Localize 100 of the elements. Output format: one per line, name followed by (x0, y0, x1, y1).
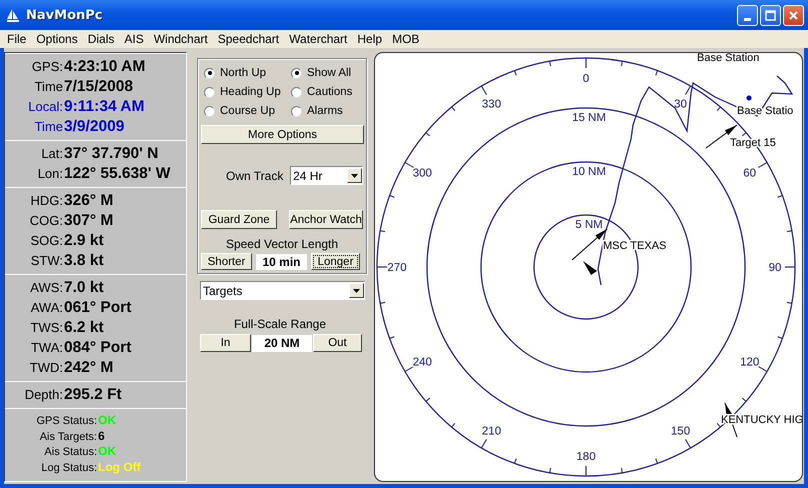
field-value: 326° M (64, 191, 114, 211)
field-label: GPS Status: (35, 414, 97, 428)
field-value: 084° Port (64, 338, 132, 358)
zoom-in-button[interactable]: In (200, 334, 251, 352)
radio-button[interactable] (291, 68, 302, 78)
field-label: AWS: (29, 279, 63, 297)
field-value: 122° 55.638' W (64, 164, 172, 184)
bearing-label: 300 (412, 168, 432, 180)
radio-label[interactable]: Course Up (220, 105, 275, 117)
field-label: GPS: (30, 58, 63, 76)
radio-label[interactable]: Alarms (307, 105, 343, 117)
minimize-icon (744, 18, 751, 20)
radio-button[interactable] (204, 86, 215, 98)
zoom-out-button[interactable]: Out (313, 334, 362, 352)
bearing-label: 210 (482, 426, 502, 438)
own-track-label: Own Track (226, 168, 284, 182)
menu-item[interactable]: Dials (82, 32, 120, 46)
speed-vector-value: 10 min (256, 254, 307, 270)
field-value: 061° Port (64, 298, 132, 318)
field-value: 9:11:34 AM (64, 97, 146, 117)
dropdown-arrow-button[interactable] (347, 168, 362, 183)
minimize-button[interactable] (737, 4, 758, 26)
field-value: 2.9 kt (64, 231, 105, 251)
maximize-icon (765, 10, 776, 20)
bearing-label: 0 (582, 73, 590, 85)
field-value: 4:23:10 AM (64, 57, 146, 77)
field-label: Ais Status: (43, 445, 97, 460)
field-label: HDG: (30, 192, 63, 210)
own-ship-icon (583, 261, 597, 275)
menu-item[interactable]: AIS (119, 32, 149, 46)
field-value: Log Off (98, 460, 142, 474)
radio-button[interactable] (204, 106, 215, 116)
field-value: 307° M (64, 211, 114, 231)
speed-vector-title: Speed Vector Length (224, 237, 340, 251)
radio-button[interactable] (291, 86, 302, 98)
field-value: 3.8 kt (64, 251, 105, 271)
field-value: 295.2 Ft (64, 385, 123, 405)
range-value: 20 NM (252, 334, 312, 352)
bearing-label: 150 (670, 426, 690, 438)
field-value: 6 (98, 428, 106, 443)
caret-icon (351, 174, 358, 178)
maximize-button[interactable] (760, 4, 781, 26)
window-title: NavMonPc (26, 8, 104, 22)
field-value: 37° 37.790' N (64, 144, 160, 164)
sailboat-icon (6, 8, 20, 22)
field-label: SOG: (29, 232, 63, 250)
radio-label[interactable]: North Up (220, 67, 266, 79)
menu-item[interactable]: Options (31, 32, 83, 46)
radio-label[interactable]: Heading Up (220, 86, 281, 98)
range-title: Full-Scale Range (232, 317, 328, 331)
field-label: Local: (27, 98, 63, 116)
field-label: Lat: (40, 145, 63, 163)
field-label: Depth: (24, 386, 63, 404)
field-value: 7.0 kt (64, 278, 105, 298)
field-value: OK (98, 444, 117, 458)
field-value: 3/9/2009 (64, 117, 126, 137)
radio-label[interactable]: Show All (307, 67, 352, 79)
base-station-icon[interactable] (746, 96, 752, 100)
field-label: AWA: (30, 299, 63, 317)
menu-item[interactable]: Help (352, 32, 388, 46)
menu-item[interactable]: Waterchart (284, 32, 352, 46)
menu-item[interactable]: Speedchart (212, 32, 284, 46)
anchor-watch-button[interactable]: Anchor Watch (289, 210, 363, 229)
radio-button[interactable] (204, 68, 215, 78)
bearing-label: 30 (674, 98, 687, 110)
bearing-label: 180 (576, 451, 596, 463)
field-label: TWS: (30, 319, 63, 337)
field-label: STW: (30, 252, 63, 270)
ring-label: 15 NM (572, 112, 606, 124)
ring-label: 5 NM (575, 219, 603, 231)
shorter-button[interactable]: Shorter (201, 253, 252, 270)
target-label: Base Station (697, 53, 760, 64)
field-label: Ais Targets: (38, 430, 97, 444)
bearing-label: 120 (740, 356, 760, 368)
field-label: TWD: (28, 359, 63, 377)
bearing-label: 90 (768, 262, 782, 274)
close-button[interactable] (783, 4, 804, 26)
menu-item[interactable]: MOB (387, 32, 424, 46)
menu-item[interactable]: File (2, 32, 32, 46)
menu-item[interactable]: Windchart (148, 32, 213, 46)
caret-icon (353, 288, 360, 292)
own-track-dropdown[interactable]: 24 Hr (290, 166, 363, 185)
field-value: 6.2 kt (64, 318, 105, 338)
field-label: TWA: (30, 339, 63, 357)
layer-dropdown[interactable]: Targets (200, 281, 365, 300)
field-label: Lon: (36, 165, 63, 183)
longer-button[interactable]: Longer (311, 253, 360, 270)
field-label: COG: (28, 212, 63, 230)
radio-button[interactable] (291, 106, 302, 116)
field-value: 242° M (64, 358, 114, 378)
dropdown-arrow-button[interactable] (349, 283, 364, 298)
radio-label[interactable]: Cautions (307, 86, 352, 98)
guard-zone-button[interactable]: Guard Zone (201, 210, 277, 229)
field-value: 7/15/2008 (64, 77, 134, 97)
ring-label: 10 NM (572, 166, 606, 178)
more-options-button[interactable]: More Options (201, 125, 364, 144)
field-label: Log Status: (40, 460, 97, 475)
bearing-label: 270 (387, 262, 407, 274)
bearing-label: 330 (482, 98, 502, 110)
bearing-label: 60 (743, 168, 756, 180)
